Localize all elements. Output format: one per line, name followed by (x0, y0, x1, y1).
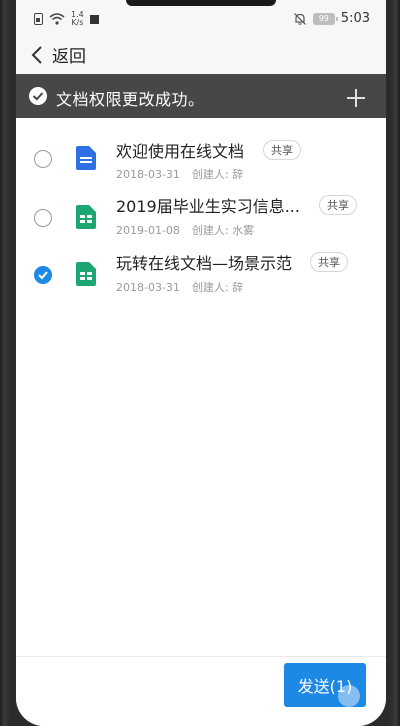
radio-icon[interactable] (34, 209, 52, 227)
document-title: 玩转在线文档—场景示范 (116, 254, 293, 273)
document-meta: 2018-03-31 创建人: 辞 (116, 279, 243, 295)
check-circle-icon (29, 87, 47, 105)
doc-icon (76, 146, 96, 170)
document-date: 2018-03-31 (116, 281, 180, 294)
document-title: 2019届毕业生实习信息... (116, 197, 300, 216)
radio-icon[interactable] (34, 150, 52, 168)
plus-icon[interactable] (346, 88, 366, 108)
share-tag: 共享 (319, 195, 357, 215)
nav-bar: 返回 (16, 36, 386, 74)
document-meta: 2018-03-31 创建人: 辞 (116, 166, 243, 182)
document-creator: 创建人: 水雾 (191, 224, 255, 237)
sim-card-icon (34, 13, 43, 25)
bell-off-icon (293, 12, 306, 25)
document-meta: 2019-01-08 创建人: 水雾 (116, 222, 254, 238)
check-icon (38, 271, 48, 280)
network-speed-unit: K/s (71, 18, 84, 27)
wifi-icon (49, 13, 65, 25)
share-tag: 共享 (310, 252, 348, 272)
battery-icon: 99 (312, 12, 338, 25)
document-list: 欢迎使用在线文档 共享 2018-03-31 创建人: 辞 2019届毕业生实习信… (16, 118, 386, 307)
touch-indicator (338, 685, 360, 707)
bottom-action-bar: 发送(1) (16, 656, 386, 726)
list-item[interactable]: 玩转在线文档—场景示范 共享 2018-03-31 创建人: 辞 (16, 244, 386, 307)
notification-square-icon (89, 14, 99, 24)
document-creator: 创建人: 辞 (191, 281, 244, 294)
document-title: 欢迎使用在线文档 (116, 142, 245, 161)
list-item[interactable]: 2019届毕业生实习信息... 共享 2019-01-08 创建人: 水雾 (16, 181, 386, 244)
back-button[interactable]: 返回 (28, 42, 86, 67)
radio-checked-icon[interactable] (34, 266, 52, 284)
document-date: 2018-03-31 (116, 168, 180, 181)
camera-notch (126, 0, 276, 6)
document-creator: 创建人: 辞 (191, 168, 244, 181)
app-screen: 1.4 K/s 99 5:03 返回 文档权限更改成功。 欢迎使用在线文档 共享… (16, 0, 386, 726)
sheet-icon (76, 262, 96, 286)
sheet-icon (76, 205, 96, 229)
clock-time: 5:03 (340, 11, 370, 26)
document-date: 2019-01-08 (116, 224, 180, 237)
share-tag: 共享 (263, 140, 301, 160)
back-label: 返回 (52, 47, 86, 67)
back-chevron-icon (31, 45, 42, 64)
network-speed: 1.4 K/s (71, 11, 84, 27)
toast-message: 文档权限更改成功。 (56, 90, 205, 109)
success-toast: 文档权限更改成功。 (16, 74, 386, 118)
list-item[interactable]: 欢迎使用在线文档 共享 2018-03-31 创建人: 辞 (16, 118, 386, 181)
